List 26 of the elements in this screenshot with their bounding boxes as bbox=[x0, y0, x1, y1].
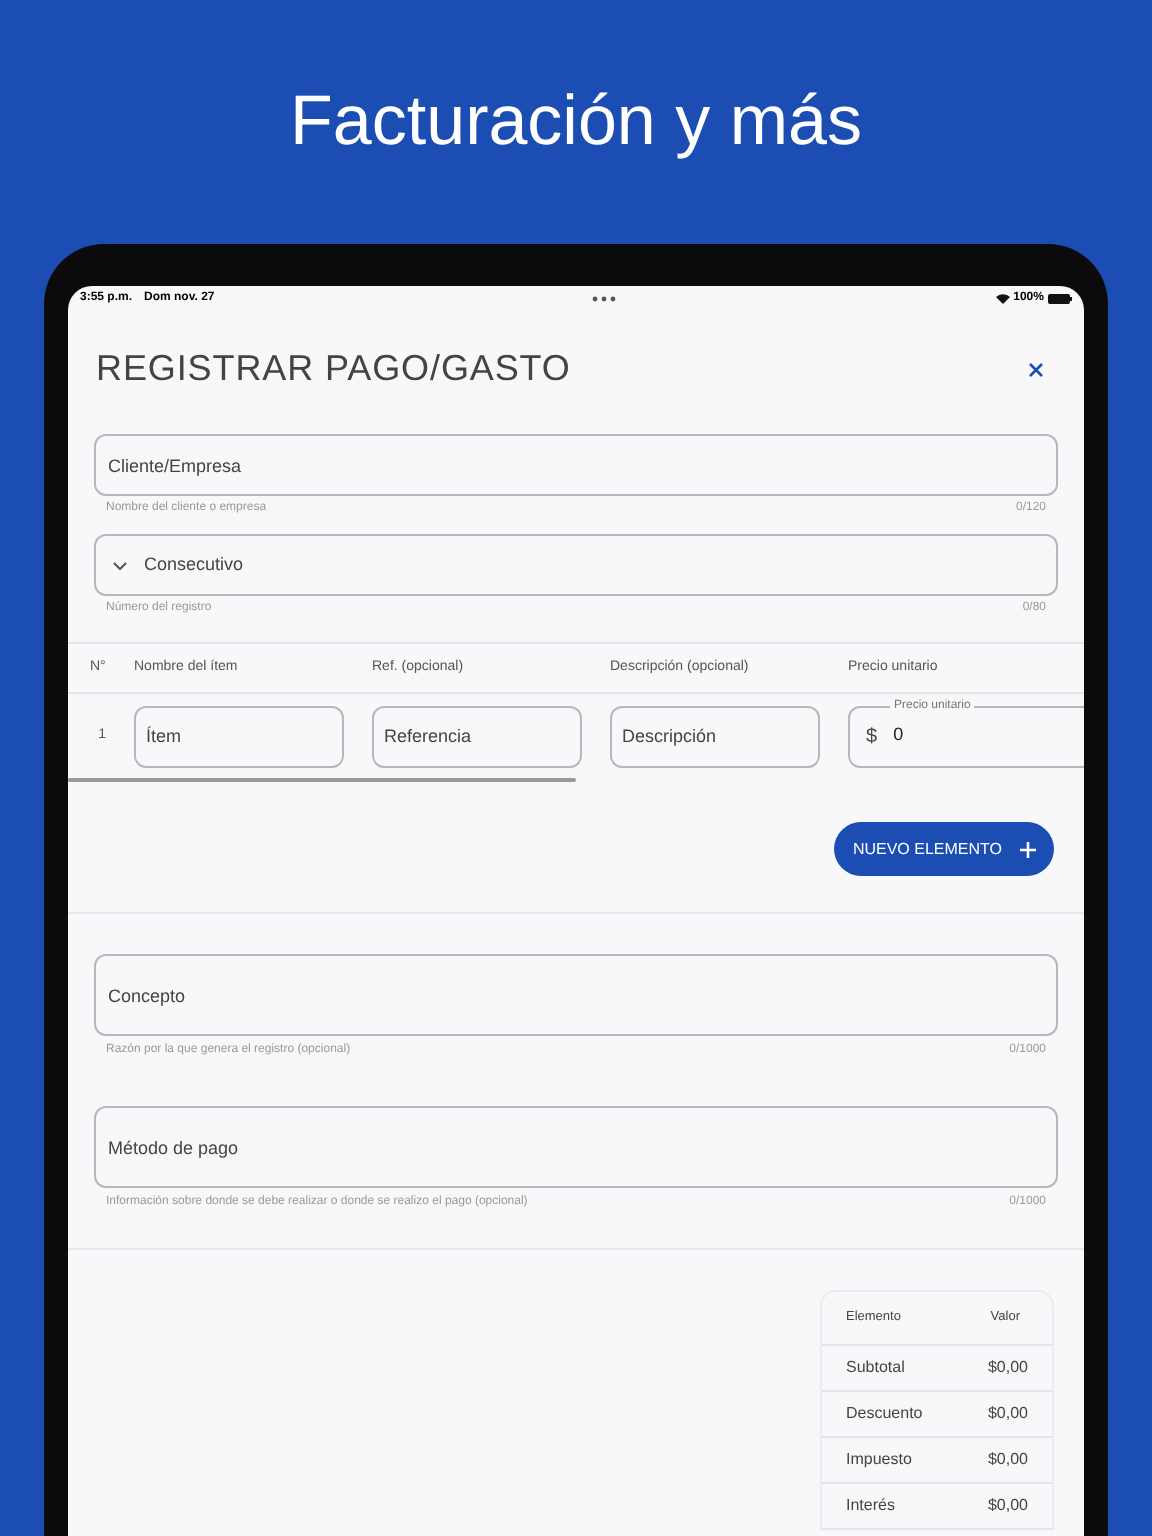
currency-prefix: $ bbox=[866, 723, 878, 751]
input-field[interactable]: Método de pago bbox=[94, 1106, 1058, 1188]
dropdown-field[interactable]: Consecutivo bbox=[94, 534, 1058, 596]
summary-label: Impuesto bbox=[846, 1448, 912, 1472]
summary-label: Descuento bbox=[846, 1402, 923, 1426]
summary-label: Subtotal bbox=[846, 1356, 905, 1380]
chevron-down-icon bbox=[112, 559, 128, 571]
summary-value: $0,00 bbox=[987, 1402, 1028, 1426]
add-item-button[interactable]: NUEVO ELEMENTO bbox=[834, 822, 1054, 876]
form-title: REGISTRAR PAGO/GASTO bbox=[96, 346, 571, 392]
headline: Facturación y más bbox=[288, 80, 864, 164]
close-icon[interactable] bbox=[1028, 361, 1044, 377]
input-field[interactable]: Descripción bbox=[610, 705, 820, 767]
input-field[interactable]: Cliente/Empresa bbox=[94, 434, 1058, 496]
summary-label: Interés bbox=[846, 1494, 895, 1518]
summary-value: $0,00 bbox=[987, 1356, 1028, 1380]
battery-icon bbox=[1047, 293, 1072, 303]
plus-icon bbox=[1020, 841, 1036, 857]
price-value: 0 bbox=[893, 722, 904, 749]
summary-value: $0,00 bbox=[987, 1448, 1028, 1472]
input-field[interactable]: Referencia bbox=[372, 705, 582, 767]
input-field[interactable]: Ítem bbox=[134, 705, 344, 767]
summary-value: $0,00 bbox=[987, 1494, 1028, 1518]
wifi-icon bbox=[995, 293, 1010, 303]
input-field[interactable]: Concepto bbox=[94, 954, 1058, 1036]
more-dots-icon bbox=[592, 295, 617, 301]
